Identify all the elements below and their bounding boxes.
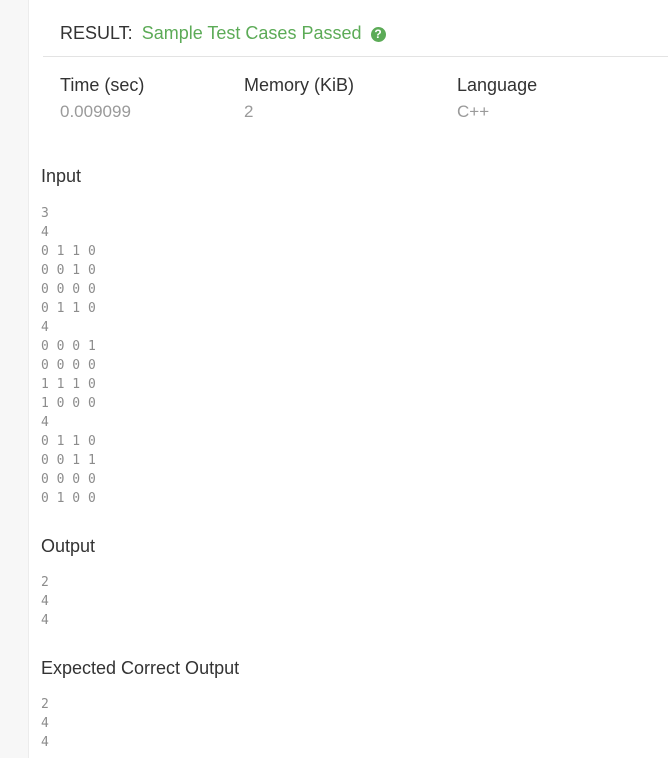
output-block: 2 4 4	[41, 573, 49, 630]
code-line: 4	[41, 735, 49, 750]
language-value: C++	[457, 102, 490, 121]
stat-time: Time (sec) 0.009099	[60, 74, 144, 122]
time-label: Time (sec)	[60, 75, 145, 95]
code-line: 4	[41, 320, 49, 335]
code-line: 0 0 1 0	[41, 263, 96, 278]
code-line: 0 0 0 0	[41, 282, 96, 297]
code-line: 0 0 0 0	[41, 472, 96, 487]
code-line: 4	[41, 716, 49, 731]
expected-output-title: Expected Correct Output	[41, 658, 240, 678]
code-line: 4	[41, 613, 49, 628]
input-block: 3 4 0 1 1 0 0 0 1 0 0 0 0 0 0 1 1 0 4 0 0 0 1 0 …	[41, 204, 96, 508]
code-line: 0 0 0 1	[41, 339, 96, 354]
question-circle-icon[interactable]: ?	[370, 27, 386, 42]
stat-memory: Memory (KiB) 2	[244, 74, 354, 122]
code-line: 1 0 0 0	[41, 396, 96, 411]
memory-label: Memory (KiB)	[244, 75, 355, 95]
result-status: Sample Test Cases Passed	[141, 23, 362, 43]
language-label: Language	[457, 75, 538, 95]
result-bar: RESULT: Sample Test Cases Passed ?	[60, 22, 386, 44]
left-rail	[0, 0, 29, 758]
output-title: Output	[41, 536, 96, 556]
code-line: 4	[41, 225, 49, 240]
code-line: 1 1 1 0	[41, 377, 96, 392]
stat-language: Language C++	[457, 74, 537, 122]
result-label: RESULT:	[60, 23, 133, 43]
code-line: 0 0 0 0	[41, 358, 96, 373]
code-line: 2	[41, 575, 49, 590]
code-line: 4	[41, 594, 49, 609]
code-line: 0 1 1 0	[41, 244, 96, 259]
input-title: Input	[41, 166, 82, 186]
expected-output-block: 2 4 4	[41, 695, 49, 752]
result-divider	[43, 56, 668, 57]
code-line: 3	[41, 206, 49, 221]
code-line: 0 0 1 1	[41, 453, 96, 468]
code-line: 0 1 1 0	[41, 434, 96, 449]
time-value: 0.009099	[60, 102, 131, 121]
code-line: 4	[41, 415, 49, 430]
memory-value: 2	[244, 102, 254, 121]
code-line: 0 1 0 0	[41, 491, 96, 506]
code-line: 0 1 1 0	[41, 301, 96, 316]
code-line: 2	[41, 697, 49, 712]
